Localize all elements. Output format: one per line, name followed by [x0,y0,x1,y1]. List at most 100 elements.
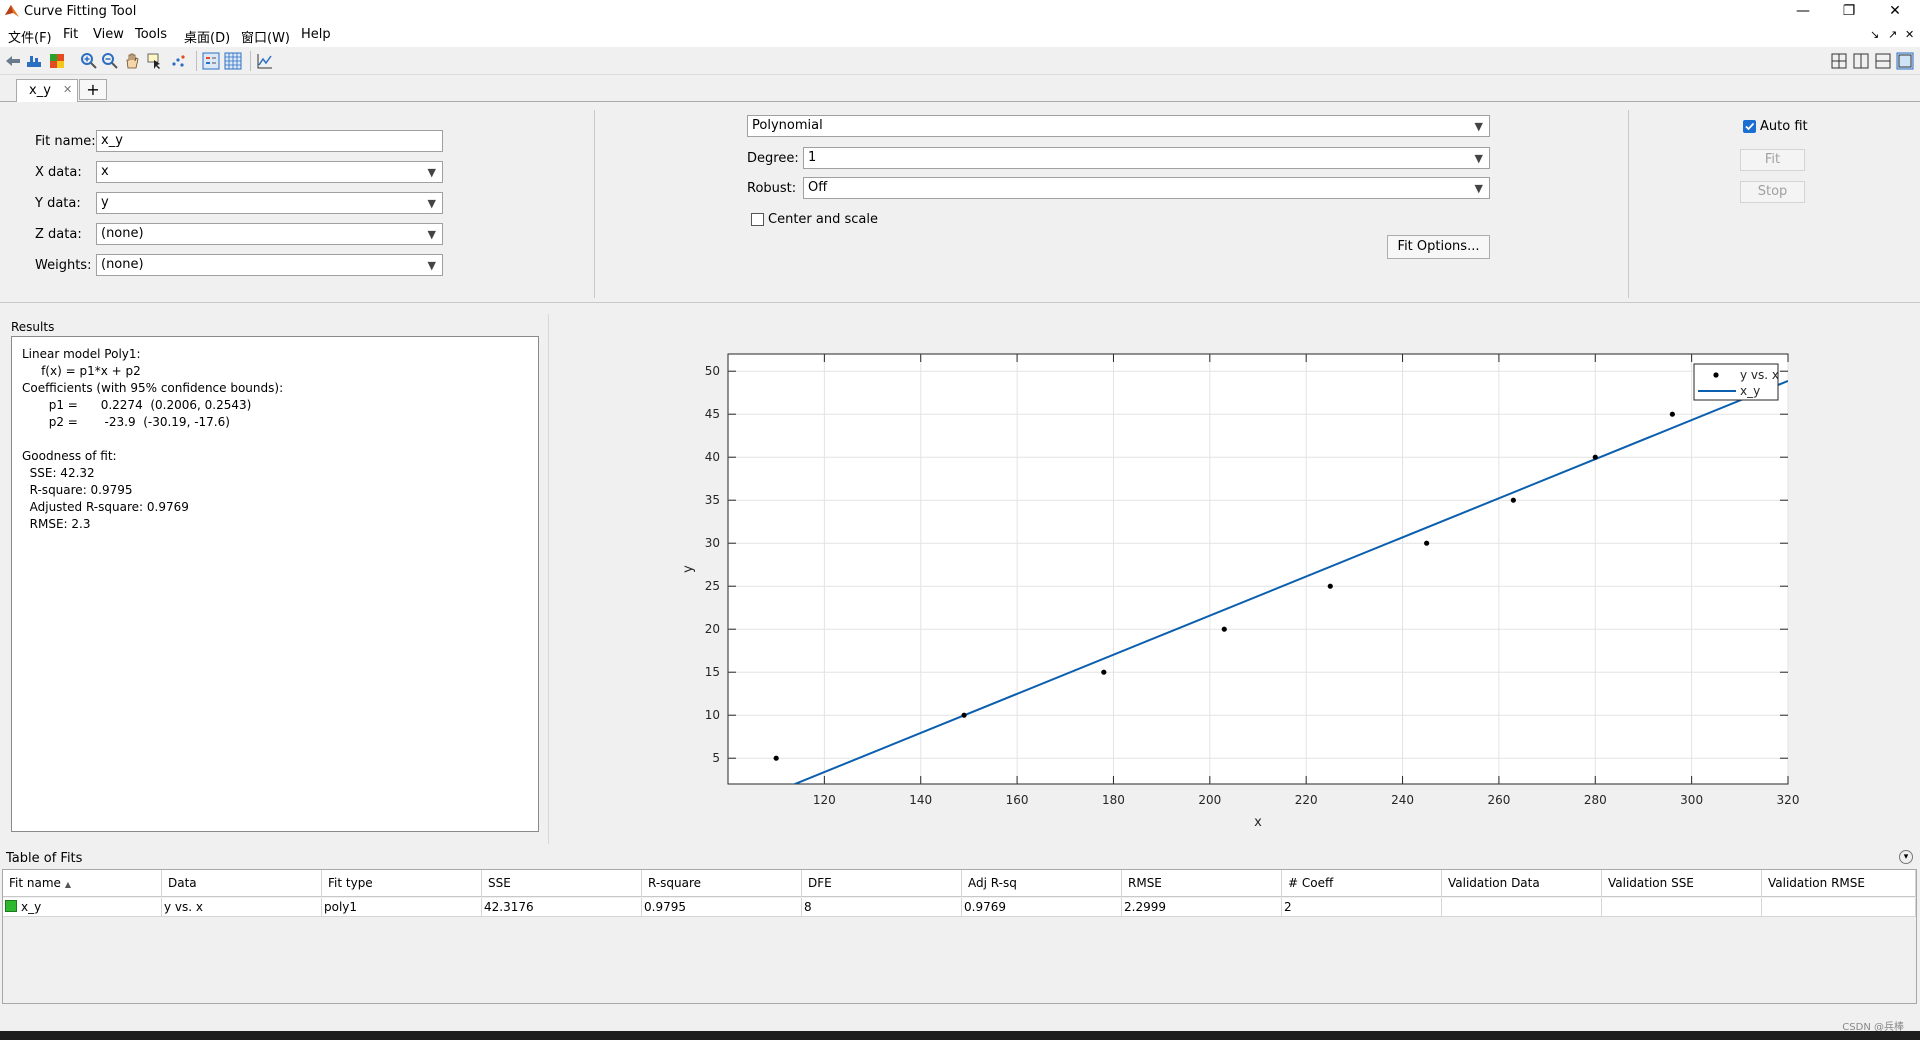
model-type-select[interactable]: Polynomial ▼ [747,115,1490,137]
results-text-box: Linear model Poly1: f(x) = p1*x + p2 Coe… [11,336,539,832]
chevron-down-icon: ▼ [427,166,436,179]
tab-x-y[interactable]: x_y ✕ [16,79,78,102]
menu-file[interactable]: 文件(F) [8,27,52,46]
menu-view[interactable]: View [93,27,124,42]
exclude-outliers-icon[interactable] [170,52,188,70]
y-tick-label: 25 [705,579,720,593]
data-icon[interactable] [25,52,43,70]
close-tab-icon[interactable]: ✕ [1905,28,1914,41]
column-header[interactable]: Validation SSE [1602,870,1762,897]
results-line [22,432,283,449]
fit-options-button[interactable]: Fit Options... [1387,235,1490,259]
weights-select[interactable]: (none) ▼ [96,254,443,276]
data-cursor-icon[interactable] [146,52,164,70]
degree-select[interactable]: 1 ▼ [803,147,1490,169]
back-arrow-icon[interactable] [4,52,22,70]
column-header[interactable]: Adj R-sq [962,870,1122,897]
collapse-icon[interactable]: ▾ [1899,850,1913,864]
column-header[interactable]: RMSE [1122,870,1282,897]
center-scale-checkbox[interactable] [751,213,764,226]
table-cell[interactable] [1442,898,1602,917]
menu-fit[interactable]: Fit [63,27,78,42]
menu-window[interactable]: 窗口(W) [241,27,290,46]
restore-button[interactable]: ❐ [1826,0,1872,22]
results-line: p1 = 0.2274 (0.2006, 0.2543) [22,398,252,412]
x-data-select[interactable]: x ▼ [96,161,443,183]
table-cell[interactable]: poly1 [322,898,482,917]
color-map-icon[interactable] [48,52,66,70]
window-title: Curve Fitting Tool [24,4,137,19]
fit-button[interactable]: Fit [1740,149,1805,171]
table-cell[interactable] [1602,898,1762,917]
column-header[interactable]: Fit type [322,870,482,897]
column-header[interactable]: Validation RMSE [1762,870,1916,897]
legend-label-points: y vs. x [1740,368,1779,382]
y-tick-label: 30 [705,536,720,550]
column-header[interactable]: R-square [642,870,802,897]
degree-label: Degree: [747,151,799,166]
x-tick-label: 240 [1391,793,1414,807]
robust-select[interactable]: Off ▼ [803,177,1490,199]
menu-desktop[interactable]: 桌面(D) [184,27,230,46]
table-cell[interactable]: 0.9795 [642,898,802,917]
y-data-select[interactable]: y ▼ [96,192,443,214]
pan-hand-icon[interactable] [123,52,141,70]
close-icon[interactable]: ✕ [63,83,72,96]
model-type-value: Polynomial [752,118,823,133]
dock-icon[interactable]: ↗ [1888,28,1897,41]
column-header[interactable]: SSE [482,870,642,897]
table-cell[interactable] [1762,898,1916,917]
zoom-in-icon[interactable] [80,52,98,70]
column-header[interactable]: # Coeff [1282,870,1442,897]
x-tick-label: 260 [1487,793,1510,807]
results-line: Goodness of fit: [22,449,117,463]
results-line: R-square: 0.9795 [22,483,133,497]
table-cell[interactable]: y vs. x [162,898,322,917]
robust-label: Robust: [747,181,797,196]
close-button[interactable]: ✕ [1872,0,1918,22]
minimize-button[interactable]: — [1780,0,1826,22]
legend-label-line: x_y [1740,384,1760,398]
stop-button[interactable]: Stop [1740,181,1805,203]
table-cell[interactable]: 8 [802,898,962,917]
grid-icon[interactable] [224,52,242,70]
y-tick-label: 20 [705,622,720,636]
table-cell[interactable]: 42.3176 [482,898,642,917]
x-tick-label: 140 [909,793,932,807]
matlab-logo-icon [5,5,19,17]
data-point [1221,626,1227,632]
y-data-label: Y data: [35,196,81,211]
column-header[interactable]: Validation Data [1442,870,1602,897]
layout-single-icon[interactable] [1896,52,1914,70]
table-cell[interactable]: x_y [3,898,162,917]
results-line: f(x) = p1*x + p2 [22,364,141,378]
data-point [773,755,779,761]
column-header[interactable]: Fit name ▲ [3,870,162,897]
results-text: Linear model Poly1: f(x) = p1*x + p2 Coe… [22,347,283,534]
tab-label: x_y [29,83,51,98]
results-line: Linear model Poly1: [22,347,141,361]
column-header[interactable]: DFE [802,870,962,897]
column-header[interactable]: Data [162,870,322,897]
table-cell[interactable]: 2 [1282,898,1442,917]
undock-icon[interactable]: ↘ [1870,28,1879,41]
data-point [1669,411,1675,417]
menu-help[interactable]: Help [301,27,331,42]
plot-area [727,353,1789,785]
layout-columns-icon[interactable] [1852,52,1870,70]
menu-tools[interactable]: Tools [135,27,167,42]
fit-plot[interactable]: 120 140 160 180 200 220 240 260 280 300 320 5 10 15 20… [548,314,1920,844]
table-cell[interactable]: 2.2999 [1122,898,1282,917]
table-cell[interactable]: 0.9769 [962,898,1122,917]
zoom-out-icon[interactable] [101,52,119,70]
add-tab-button[interactable]: + [79,79,107,100]
legend-icon[interactable] [202,52,220,70]
fit-name-input[interactable]: x_y [96,130,443,152]
auto-fit-checkbox[interactable] [1743,120,1756,133]
x-tick-label: 180 [1102,793,1125,807]
center-scale-label: Center and scale [768,212,878,227]
layout-grid-icon[interactable] [1830,52,1848,70]
z-data-select[interactable]: (none) ▼ [96,223,443,245]
layout-rows-icon[interactable] [1874,52,1892,70]
residuals-plot-icon[interactable] [256,52,274,70]
